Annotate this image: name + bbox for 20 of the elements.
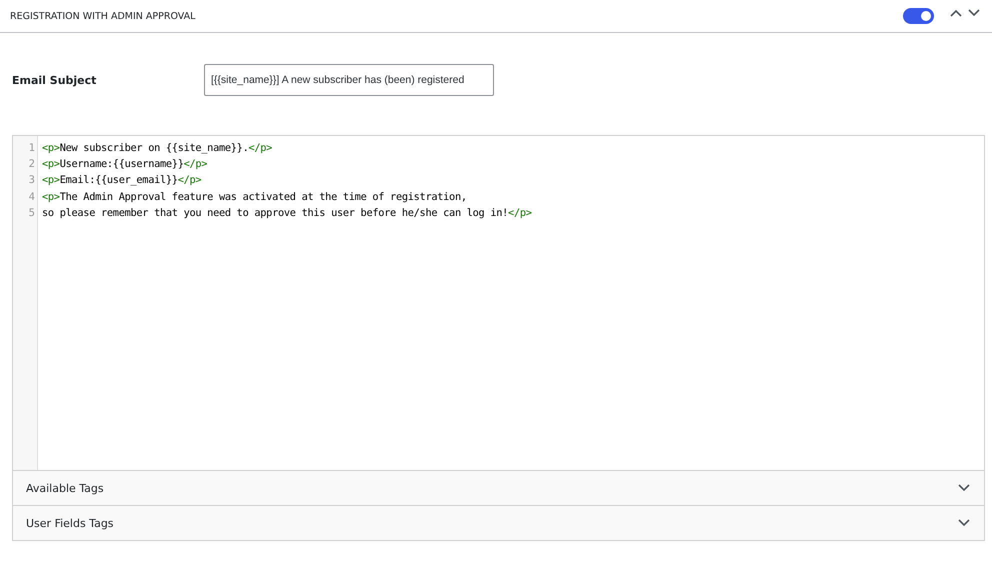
code-line: <p>Username:{{username}}</p> (42, 157, 208, 172)
chevron-icon (958, 484, 970, 492)
code-line: <p>The Admin Approval feature was activated at the time of registration, (42, 190, 468, 205)
accordion-header[interactable]: Available Tags (12, 471, 985, 506)
chevron-icon (958, 519, 970, 527)
enable-toggle[interactable] (903, 8, 934, 24)
field-label: Email Subject (12, 74, 98, 86)
chevron-down-icon (968, 9, 980, 17)
line-number: 3 (28, 173, 36, 188)
chevron-up-icon (950, 9, 962, 17)
code-line: <p>New subscriber on {{site_name}}.</p> (42, 141, 274, 156)
accordion-header[interactable]: User Fields Tags (12, 506, 985, 541)
code-line: <p>Email:{{user_email}}</p> (42, 173, 202, 188)
line-number: 4 (28, 190, 36, 205)
panel-title: REGISTRATION WITH ADMIN APPROVAL (10, 10, 196, 22)
code-line: so please remember that you need to approve this user before he/she can log in!</p> (42, 206, 532, 221)
line-number: 5 (28, 206, 36, 221)
line-number: 1 (28, 141, 36, 156)
input-field[interactable]: [{{site_name}}] A new subscriber has (been) registered (204, 64, 494, 96)
line-number: 2 (28, 157, 36, 172)
